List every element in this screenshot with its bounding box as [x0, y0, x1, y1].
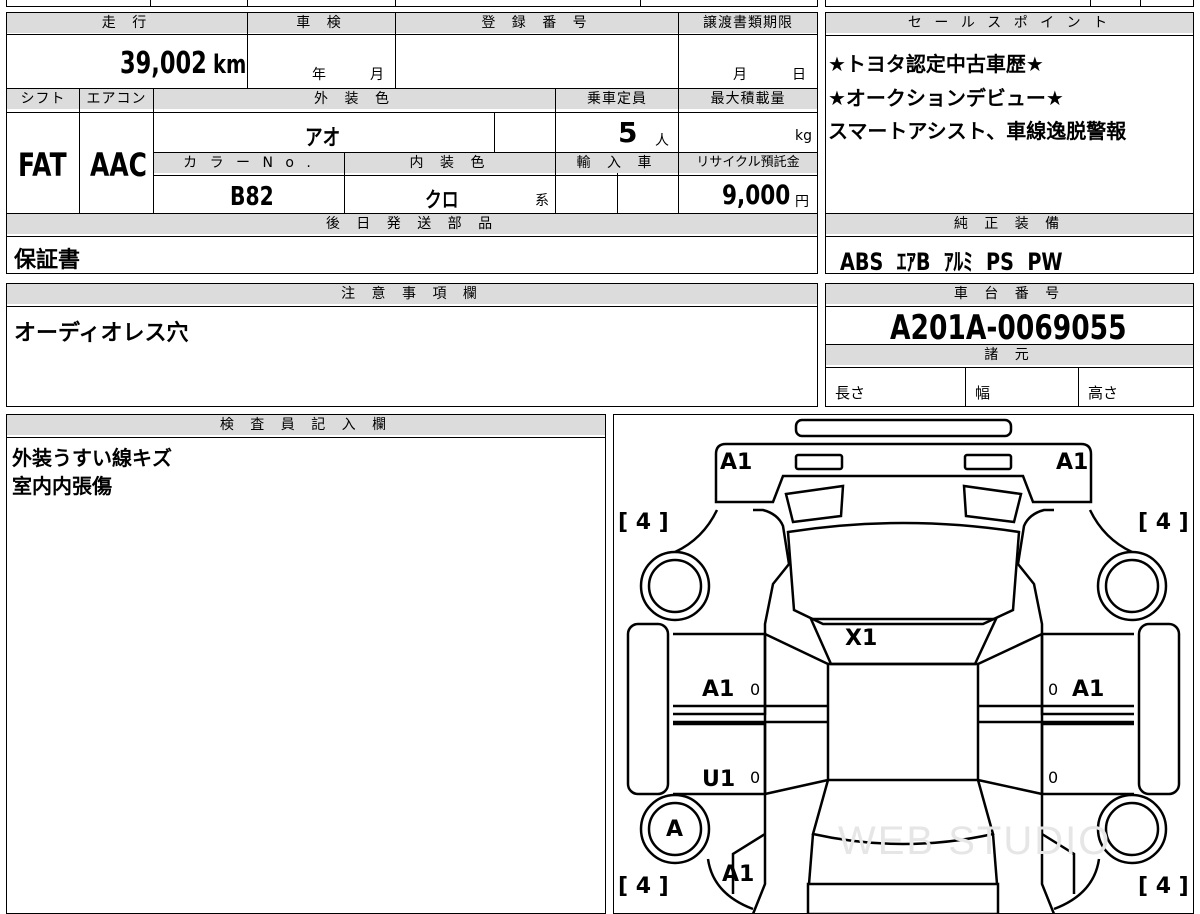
sales-point-1: ★トヨタ認定中古車歴★ — [828, 52, 1044, 76]
top-cutoff-row — [6, 0, 818, 7]
tire-front-left: [ 4 ] — [618, 510, 669, 535]
width-label: 幅 — [975, 384, 991, 402]
interior-color-header: 内 装 色 — [345, 153, 555, 173]
divider — [825, 236, 1194, 237]
exterior-color-header: 外 装 色 — [154, 89, 555, 109]
chassis-header: 車 台 番 号 — [826, 284, 1193, 304]
left-rear-door-mark: U1 — [702, 767, 736, 792]
zero-right-rear-door: 0 — [1048, 768, 1059, 787]
zero-left-front-door: 0 — [750, 680, 761, 699]
divider — [825, 367, 1194, 368]
aircon-header: エアコン — [80, 89, 153, 109]
tire-rear-left: [ 4 ] — [618, 874, 669, 899]
divider — [6, 306, 818, 307]
later-items-value: 保証書 — [14, 248, 81, 273]
sales-points-box — [825, 12, 1194, 214]
top-cutoff-right — [825, 0, 1194, 7]
height-label: 高さ — [1088, 384, 1119, 402]
inspection-header: 車 検 — [248, 13, 395, 33]
load-unit: kg — [795, 128, 812, 144]
divider — [6, 437, 606, 438]
notes-header: 注 意 事 項 欄 — [7, 284, 817, 304]
recycle-header: リサイクル預託金 — [679, 153, 817, 173]
interior-suffix: 系 — [535, 193, 549, 209]
transfer-deadline-header: 譲渡書類期限 — [679, 13, 817, 33]
later-items-header: 後 日 発 送 部 品 — [7, 214, 817, 234]
divider — [678, 12, 679, 88]
divider — [494, 112, 495, 152]
divider — [965, 367, 966, 407]
color-no-header: カ ラ ー N o . — [154, 153, 344, 173]
exterior-color-value: アオ — [305, 126, 341, 151]
registration-header: 登 録 番 号 — [396, 13, 678, 33]
zero-right-front-door: 0 — [1048, 680, 1059, 699]
divider — [1078, 367, 1079, 407]
max-load-header: 最大積載量 — [679, 89, 817, 109]
genuine-equipment-value: ABS ｴｱB ｱﾙﾐ PS PW — [840, 248, 1063, 276]
divider — [555, 88, 556, 214]
divider — [150, 0, 151, 7]
right-front-door-mark: A1 — [1072, 677, 1105, 702]
mileage-header: 走 行 — [7, 13, 247, 33]
divider — [640, 0, 641, 7]
inspector-header: 検 査 員 記 入 欄 — [7, 415, 605, 435]
zero-left-rear-door: 0 — [750, 768, 761, 787]
genuine-equipment-header: 純 正 装 備 — [826, 214, 1193, 234]
tire-front-right: [ 4 ] — [1138, 510, 1189, 535]
divider — [1140, 0, 1141, 7]
divider — [247, 12, 248, 88]
mileage-unit: km — [213, 50, 247, 80]
sales-points-header: セ ー ル ス ポ イ ン ト — [826, 13, 1193, 33]
interior-color-value: クロ — [425, 188, 459, 212]
notes-value: オーディオレス穴 — [14, 321, 189, 346]
capacity-unit: 人 — [655, 133, 669, 149]
divider — [247, 0, 248, 7]
divider — [825, 35, 1194, 36]
shift-value: FAT — [18, 146, 67, 184]
left-front-door-mark: A1 — [702, 677, 735, 702]
tire-rear-right: [ 4 ] — [1138, 874, 1189, 899]
capacity-value: 5 — [618, 116, 638, 149]
inspector-line-2: 室内内張傷 — [12, 474, 112, 498]
sales-point-3: スマートアシスト、車線逸脱警報 — [828, 119, 1127, 143]
divider — [79, 88, 80, 214]
color-no-value: B82 — [230, 182, 274, 212]
watermark: WEB STUDIO — [838, 819, 1111, 863]
chassis-number: A201A-0069055 — [890, 308, 1127, 348]
car-diagram: WEB STUDIO — [626, 418, 1181, 914]
divider — [153, 175, 818, 176]
windshield-mark: X1 — [845, 626, 878, 651]
divider — [6, 236, 818, 237]
divider — [825, 306, 1194, 307]
capacity-header: 乗車定員 — [556, 89, 678, 109]
front-right-bumper-mark: A1 — [1056, 450, 1089, 475]
divider — [153, 88, 154, 214]
recycle-value: 9,000 — [722, 180, 791, 211]
transfer-day: 日 — [792, 67, 806, 83]
divider — [6, 34, 818, 35]
divider — [678, 88, 679, 214]
divider — [6, 112, 818, 113]
front-left-bumper-mark: A1 — [720, 450, 753, 475]
sales-point-2: ★オークションデビュー★ — [828, 86, 1064, 110]
aircon-value: AAC — [90, 146, 147, 184]
left-rear-wheel-mark: A — [666, 817, 684, 842]
inspection-year: 年 — [312, 67, 326, 83]
import-header: 輸 入 車 — [556, 153, 678, 173]
recycle-unit: 円 — [795, 194, 809, 210]
length-label: 長さ — [835, 384, 866, 402]
shift-header: シフト — [7, 89, 79, 109]
inspection-month: 月 — [370, 67, 384, 83]
divider — [1090, 0, 1091, 7]
mileage-value: 39,002 — [120, 46, 207, 81]
inspector-line-1: 外装うすい線キズ — [12, 446, 172, 470]
divider — [395, 0, 396, 7]
transfer-month: 月 — [733, 67, 747, 83]
dims-header: 諸 元 — [826, 345, 1193, 365]
rear-left-mark: A1 — [722, 862, 755, 887]
divider — [395, 12, 396, 88]
